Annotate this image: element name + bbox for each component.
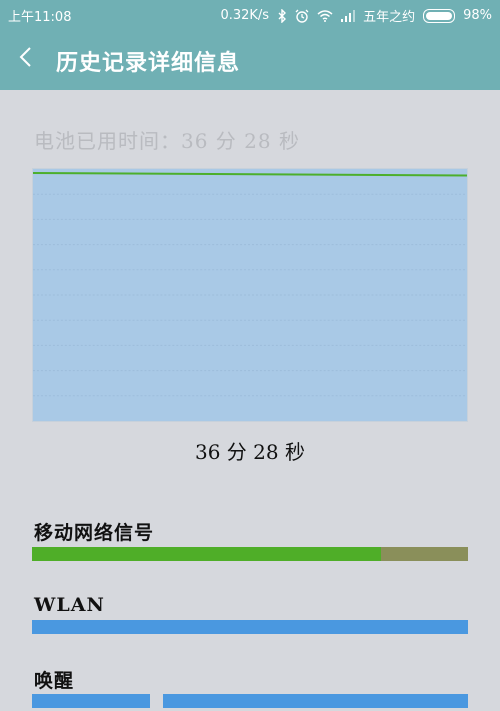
bar-segment	[32, 547, 381, 561]
battery-usage-label: 电池已用时间：36 分 28 秒	[34, 129, 300, 153]
battery-chart-svg	[33, 169, 467, 421]
section-title-wake: 唤醒	[34, 670, 75, 692]
alarm-icon	[295, 9, 309, 23]
wifi-icon	[317, 9, 333, 22]
bar-segment	[162, 694, 468, 708]
wlan-bar	[32, 620, 468, 634]
chevron-left-icon[interactable]	[18, 46, 42, 70]
status-icons: 0.32K/s 五年之约 98%	[220, 6, 492, 25]
battery-percent: 98%	[463, 8, 492, 23]
bar-segment	[149, 694, 163, 708]
bar-segment	[32, 694, 150, 708]
battery-area	[33, 169, 467, 421]
net-speed: 0.32K/s	[220, 8, 270, 23]
mobile-signal-bar	[32, 547, 468, 561]
title-bar: 历史记录详细信息	[0, 28, 500, 90]
status-time: 上午11:08	[8, 10, 72, 25]
section-title-wlan: WLAN	[34, 594, 105, 616]
battery-chart	[32, 168, 468, 422]
bluetooth-icon	[277, 8, 287, 23]
section-title-mobile: 移动网络信号	[34, 522, 155, 544]
status-bar: 上午11:08 0.32K/s 五年之约 98%	[0, 0, 500, 28]
chart-caption: 36 分 28 秒	[195, 440, 305, 464]
app-header: 上午11:08 0.32K/s 五年之约 98% 历史记录详细信息	[0, 0, 500, 90]
wake-bar	[32, 694, 468, 708]
bar-segment	[32, 620, 468, 634]
carrier-name: 五年之约	[363, 10, 416, 25]
battery-icon	[423, 8, 456, 23]
signal-icon	[341, 9, 356, 22]
battery-fill	[426, 11, 452, 20]
bar-segment	[380, 547, 468, 561]
page-title: 历史记录详细信息	[56, 50, 241, 76]
